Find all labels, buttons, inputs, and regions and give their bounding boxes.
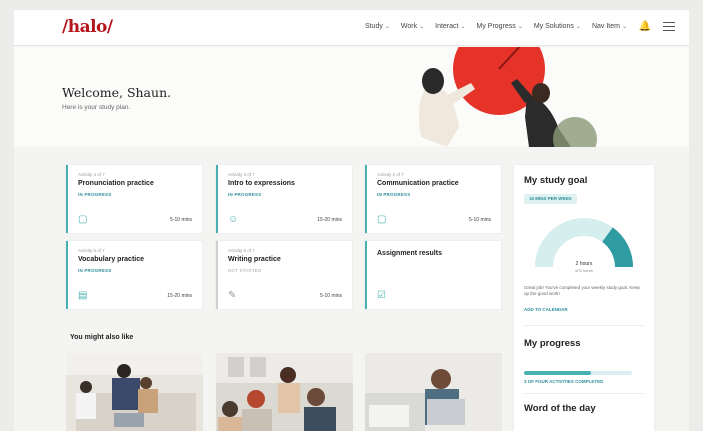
activity-meta: Activity 2 of 7 — [377, 172, 404, 177]
divider — [524, 325, 644, 326]
activity-card[interactable]: Activity 6 of 7 Vocabulary practice IN P… — [66, 241, 202, 309]
nav-label: Study — [364, 23, 383, 30]
assignment-results-card[interactable]: Assignment results ☑ — [365, 241, 501, 309]
welcome-title: Welcome, Shaun. — [62, 85, 172, 100]
divider — [524, 393, 644, 394]
chevron-down-icon: ⌄ — [621, 24, 627, 30]
halo-logo[interactable]: /halo/ — [62, 17, 113, 37]
main-nav: Study ⌄ Work ⌄ Interact ⌄ My Progress ⌄ My S… — [365, 23, 627, 30]
study-goal-panel: My study goal 16 MINS PER WEEK 2 hours o… — [514, 165, 654, 431]
activity-card[interactable]: Activity 3 of 7 Intro to expressions IN … — [216, 165, 352, 233]
study-goal-title: My study goal — [524, 175, 588, 186]
activity-duration: 15-20 mins — [317, 217, 342, 223]
goal-badge: 16 MINS PER WEEK — [524, 194, 577, 204]
recommendation-image[interactable] — [365, 353, 502, 431]
activity-title: Pronunciation practice — [78, 180, 154, 187]
goal-message: Great job! You've completed your weekly … — [524, 285, 640, 296]
smile-icon: ☺ — [228, 214, 239, 225]
activity-title: Vocabulary practice — [78, 256, 145, 263]
chevron-down-icon: ⌄ — [419, 24, 425, 30]
word-of-the-day-title: Word of the day — [524, 403, 596, 414]
activity-duration: 5-10 mins — [469, 217, 491, 223]
activity-title: Intro to expressions — [228, 180, 295, 187]
app-frame: /halo/ Study ⌄ Work ⌄ Interact ⌄ My Progres… — [14, 10, 689, 431]
status-badge: IN PROGRESS — [78, 268, 112, 273]
welcome-subtitle: Here is your study plan. — [62, 104, 131, 111]
status-badge: IN PROGRESS — [228, 192, 262, 197]
nav-item-interact[interactable]: Interact ⌄ — [435, 23, 465, 30]
activity-meta: Activity 6 of 7 — [78, 248, 105, 253]
activity-card[interactable]: Activity 4 of 7 Pronunciation practice I… — [66, 165, 202, 233]
activity-meta: Activity 5 of 7 — [228, 248, 255, 253]
activity-card[interactable]: Activity 5 of 7 Writing practice NOT STA… — [216, 241, 352, 309]
progress-caption: 3 OF FOUR ACTIVITIES COMPLETED — [524, 379, 604, 384]
activity-title: Writing practice — [228, 256, 281, 263]
recommendation-image[interactable] — [216, 353, 353, 431]
nav-item-work[interactable]: Work ⌄ — [401, 23, 424, 30]
activity-duration: 15-20 mins — [167, 293, 192, 299]
book-icon: ▤ — [78, 290, 88, 301]
chevron-down-icon: ⌄ — [460, 24, 466, 30]
chevron-down-icon: ⌄ — [575, 24, 581, 30]
nav-label: My Progress — [476, 23, 516, 30]
top-navigation: /halo/ Study ⌄ Work ⌄ Interact ⌄ My Progres… — [14, 10, 689, 46]
nav-item-study[interactable]: Study ⌄ — [365, 23, 390, 30]
chevron-down-icon: ⌄ — [517, 24, 523, 30]
recommendation-image[interactable] — [66, 353, 203, 431]
activity-meta: Activity 4 of 7 — [78, 172, 105, 177]
nav-label: My Solutions — [533, 23, 574, 30]
status-badge: NOT STARTED — [228, 268, 262, 273]
status-badge: IN PROGRESS — [377, 192, 411, 197]
gauge-fill — [601, 227, 633, 268]
activity-title: Communication practice — [377, 180, 459, 187]
chat-icon: ▢ — [78, 214, 88, 225]
checkbox-icon: ☑ — [377, 290, 386, 301]
hero-illustration — [419, 47, 597, 147]
nav-label: Interact — [435, 23, 459, 30]
activity-title: Assignment results — [377, 250, 442, 257]
add-to-calendar-link[interactable]: ADD TO CALENDAR — [524, 307, 568, 312]
pencil-icon: ✎ — [228, 290, 237, 301]
activity-duration: 5-10 mins — [320, 293, 342, 299]
nav-item-nav-item[interactable]: Nav Item ⌄ — [592, 23, 627, 30]
welcome-hero: Welcome, Shaun. Here is your study plan. — [14, 47, 689, 147]
progress-bar — [524, 371, 632, 375]
chat-icon: ▢ — [377, 214, 387, 225]
my-progress-title: My progress — [524, 338, 581, 349]
hamburger-menu-icon[interactable] — [663, 22, 675, 31]
study-goal-gauge: 2 hours of 5 hours — [535, 218, 633, 273]
activity-meta: Activity 3 of 7 — [228, 172, 255, 177]
status-badge: IN PROGRESS — [78, 192, 112, 197]
activity-duration: 5-10 mins — [170, 217, 192, 223]
nav-item-my-progress[interactable]: My Progress ⌄ — [477, 23, 523, 30]
progress-bar-fill — [524, 371, 591, 375]
nav-item-my-solutions[interactable]: My Solutions ⌄ — [534, 23, 581, 30]
nav-label: Work — [400, 23, 418, 30]
activity-card[interactable]: Activity 2 of 7 Communication practice I… — [365, 165, 501, 233]
nav-label: Nav Item — [591, 23, 620, 30]
bell-icon[interactable]: 🔔 — [639, 21, 651, 32]
chevron-down-icon: ⌄ — [384, 24, 390, 30]
gauge-value: 2 hours — [576, 261, 593, 267]
recommendations-heading: You might also like — [70, 334, 134, 341]
gauge-sub: of 5 hours — [575, 268, 593, 273]
